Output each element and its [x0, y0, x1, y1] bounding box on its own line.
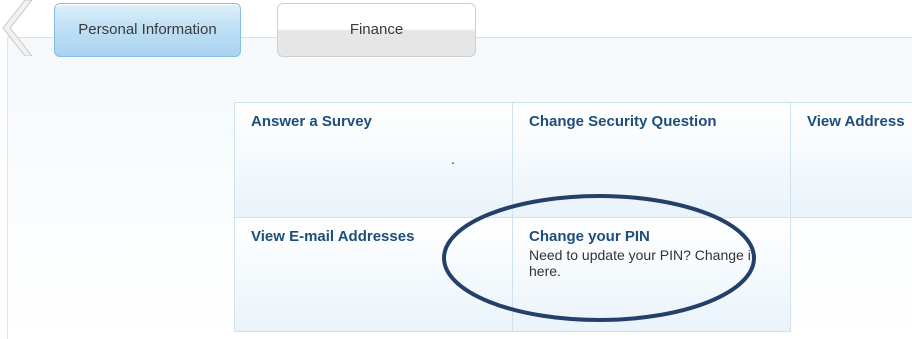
tab-label: Finance	[349, 21, 404, 38]
tile-view-email-addresses[interactable]: View E-mail Addresses	[234, 217, 513, 332]
tile-description: .	[451, 151, 455, 167]
tile-title[interactable]: View Address	[807, 113, 912, 130]
tile-title[interactable]: Change Security Question	[529, 113, 774, 130]
tab-finance[interactable]: Finance	[277, 3, 476, 57]
tile-title[interactable]: Answer a Survey	[251, 113, 496, 130]
tile-answer-survey[interactable]: Answer a Survey .	[234, 102, 513, 218]
tab-label: Personal Information	[78, 21, 217, 38]
back-arrow-icon[interactable]	[0, 0, 34, 56]
app-viewport: Personal Information Finance Answer a Su…	[0, 0, 912, 339]
tab-personal-information[interactable]: Personal Information	[54, 3, 241, 57]
tile-description: Need to update your PIN? Change it here.	[529, 247, 755, 279]
tile-title[interactable]: Change your PIN	[529, 228, 774, 245]
tile-title[interactable]: View E-mail Addresses	[251, 228, 496, 245]
tile-change-pin[interactable]: Change your PIN Need to update your PIN?…	[512, 217, 791, 332]
tile-view-address[interactable]: View Address	[790, 102, 912, 218]
tile-change-security-question[interactable]: Change Security Question	[512, 102, 791, 218]
